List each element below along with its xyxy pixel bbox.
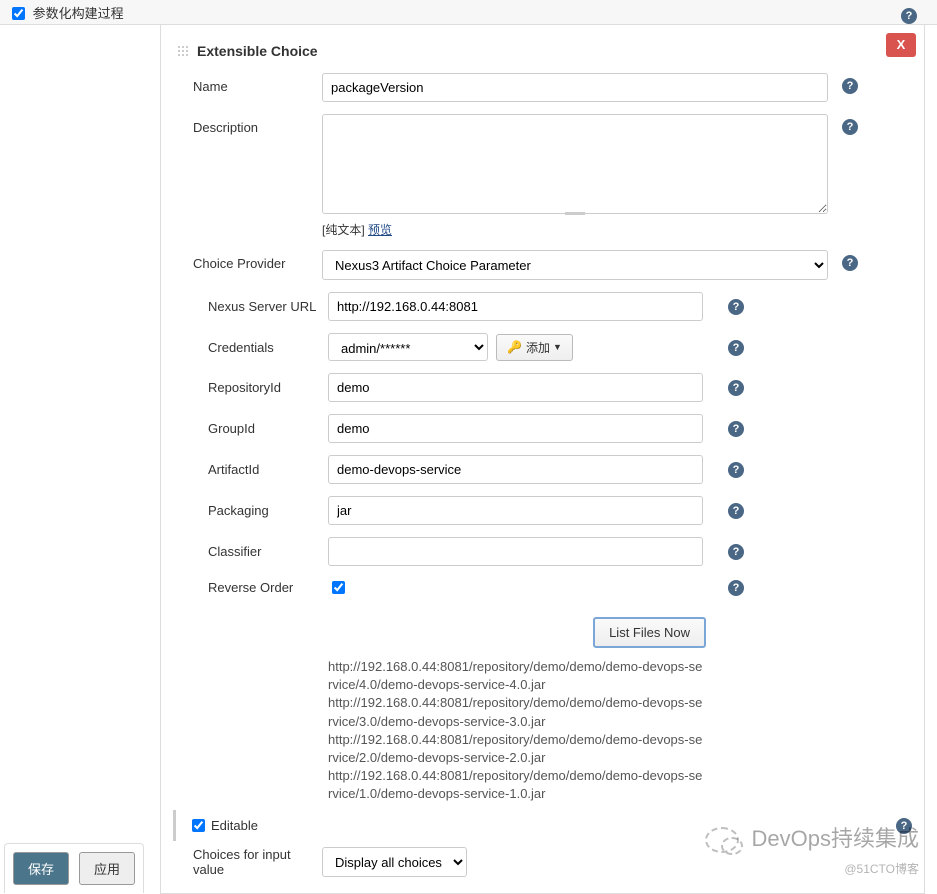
choice-provider-label: Choice Provider xyxy=(177,250,322,271)
classifier-label: Classifier xyxy=(208,544,328,559)
choices-for-input-select[interactable]: Display all choices xyxy=(322,847,467,877)
parametrized-build-label: 参数化构建过程 xyxy=(33,6,124,21)
packaging-row: Packaging ? xyxy=(192,490,924,531)
file-list-item: http://192.168.0.44:8081/repository/demo… xyxy=(328,767,706,803)
choices-for-input-label: Choices for input value xyxy=(177,847,322,877)
credentials-row: Credentials admin/****** 🔑 添加 ▼ ? xyxy=(192,327,924,367)
reverse-order-checkbox[interactable] xyxy=(332,581,345,594)
artifact-id-row: ArtifactId ? xyxy=(192,449,924,490)
name-input[interactable] xyxy=(322,73,828,102)
list-files-button[interactable]: List Files Now xyxy=(593,617,706,648)
resize-handle-icon[interactable] xyxy=(565,211,585,215)
help-icon[interactable]: ? xyxy=(728,421,744,437)
artifact-id-input[interactable] xyxy=(328,455,703,484)
reverse-order-label: Reverse Order xyxy=(208,580,328,595)
list-files-row: List Files Now http://192.168.0.44:8081/… xyxy=(192,603,924,810)
help-icon[interactable]: ? xyxy=(842,255,858,271)
choice-provider-row: Choice Provider Nexus3 Artifact Choice P… xyxy=(161,244,924,286)
nexus-config-block: Nexus Server URL ? Credentials admin/***… xyxy=(191,286,924,810)
choice-provider-select[interactable]: Nexus3 Artifact Choice Parameter xyxy=(322,250,828,280)
nexus-url-label: Nexus Server URL xyxy=(208,299,328,314)
name-label: Name xyxy=(177,73,322,94)
help-icon[interactable]: ? xyxy=(728,544,744,560)
choices-for-input-row: Choices for input value Display all choi… xyxy=(161,841,924,883)
help-icon[interactable]: ? xyxy=(842,119,858,135)
add-credentials-label: 添加 xyxy=(526,339,550,356)
group-id-label: GroupId xyxy=(208,421,328,436)
help-icon[interactable]: ? xyxy=(728,580,744,596)
help-icon[interactable]: ? xyxy=(842,78,858,94)
description-format-note: [纯文本] 预览 xyxy=(322,221,908,238)
close-button[interactable]: X xyxy=(886,33,916,57)
description-row: Description [纯文本] 预览 ? xyxy=(161,108,924,244)
description-label: Description xyxy=(177,114,322,135)
save-button[interactable]: 保存 xyxy=(13,852,69,885)
preview-link[interactable]: 预览 xyxy=(368,223,392,237)
plain-text-label: [纯文本] xyxy=(322,223,365,237)
chevron-down-icon: ▼ xyxy=(553,342,562,352)
help-icon[interactable]: ? xyxy=(901,8,917,24)
packaging-label: Packaging xyxy=(208,503,328,518)
nexus-url-row: Nexus Server URL ? xyxy=(192,286,924,327)
file-list: http://192.168.0.44:8081/repository/demo… xyxy=(328,658,706,804)
classifier-row: Classifier ? xyxy=(192,531,924,572)
help-icon[interactable]: ? xyxy=(728,462,744,478)
parametrized-build-checkbox[interactable] xyxy=(12,7,25,20)
artifact-id-label: ArtifactId xyxy=(208,462,328,477)
credentials-select[interactable]: admin/****** xyxy=(328,333,488,361)
file-list-item: http://192.168.0.44:8081/repository/demo… xyxy=(328,658,706,694)
classifier-input[interactable] xyxy=(328,537,703,566)
editable-row: Editable ? xyxy=(173,810,924,841)
credentials-label: Credentials xyxy=(208,340,328,355)
description-textarea[interactable] xyxy=(322,114,828,214)
help-icon[interactable]: ? xyxy=(896,818,912,834)
name-row: Name ? xyxy=(161,67,924,108)
key-icon: 🔑 xyxy=(507,340,522,354)
help-icon[interactable]: ? xyxy=(728,340,744,356)
repository-id-row: RepositoryId ? xyxy=(192,367,924,408)
repository-id-label: RepositoryId xyxy=(208,380,328,395)
drag-handle-icon[interactable] xyxy=(177,45,189,57)
add-credentials-button[interactable]: 🔑 添加 ▼ xyxy=(496,334,573,361)
panel-title-row: Extensible Choice xyxy=(161,25,924,67)
group-id-row: GroupId ? xyxy=(192,408,924,449)
help-icon[interactable]: ? xyxy=(728,503,744,519)
apply-button[interactable]: 应用 xyxy=(79,852,135,885)
reverse-order-row: Reverse Order ? xyxy=(192,572,924,603)
file-list-item: http://192.168.0.44:8081/repository/demo… xyxy=(328,694,706,730)
help-icon[interactable]: ? xyxy=(728,380,744,396)
panel-title: Extensible Choice xyxy=(197,43,318,59)
group-id-input[interactable] xyxy=(328,414,703,443)
repository-id-input[interactable] xyxy=(328,373,703,402)
packaging-input[interactable] xyxy=(328,496,703,525)
editable-label: Editable xyxy=(211,818,258,833)
extensible-choice-panel: X Extensible Choice Name ? Description [… xyxy=(160,25,925,894)
help-icon[interactable]: ? xyxy=(728,299,744,315)
editable-checkbox[interactable] xyxy=(192,819,205,832)
top-bar: 参数化构建过程 ? xyxy=(0,0,937,25)
bottom-buttons: 保存 应用 xyxy=(4,843,144,893)
file-list-item: http://192.168.0.44:8081/repository/demo… xyxy=(328,731,706,767)
nexus-url-input[interactable] xyxy=(328,292,703,321)
